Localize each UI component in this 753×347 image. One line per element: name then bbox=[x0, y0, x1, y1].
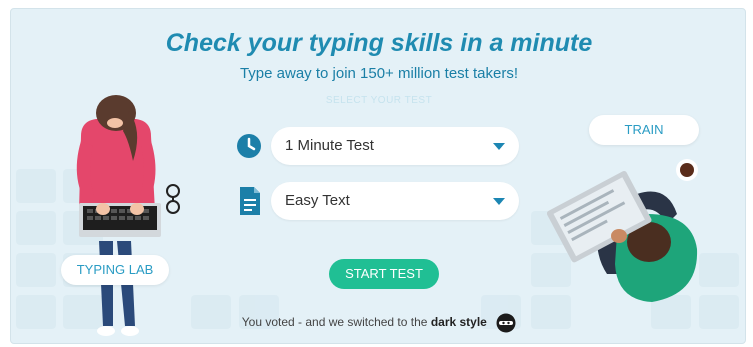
dark-style-link[interactable]: dark style bbox=[431, 315, 487, 329]
duration-select-value: 1 Minute Test bbox=[285, 137, 374, 154]
chevron-down-icon bbox=[493, 143, 505, 150]
start-test-button[interactable]: START TEST bbox=[329, 259, 439, 289]
chevron-down-icon bbox=[493, 198, 505, 205]
woman-typing-illustration bbox=[76, 95, 180, 336]
text-difficulty-select[interactable]: Easy Text bbox=[271, 182, 519, 220]
ninja-icon[interactable] bbox=[496, 313, 516, 333]
clock-icon bbox=[237, 134, 261, 158]
typing-lab-button[interactable]: TYPING LAB bbox=[61, 255, 169, 285]
document-icon bbox=[240, 187, 260, 215]
man-typing-illustration bbox=[547, 159, 698, 302]
dark-style-notice: You voted - and we switched to the dark … bbox=[11, 313, 745, 333]
page-headline: Check your typing skills in a minute bbox=[165, 29, 593, 57]
train-button[interactable]: TRAIN bbox=[589, 115, 699, 145]
select-test-caption: SELECT YOUR TEST bbox=[325, 95, 433, 106]
dark-style-notice-text: You voted - and we switched to the bbox=[241, 315, 428, 330]
text-difficulty-select-value: Easy Text bbox=[285, 192, 350, 209]
typing-test-card: Check your typing skills in a minute Typ… bbox=[10, 8, 746, 344]
duration-select[interactable]: 1 Minute Test bbox=[271, 127, 519, 165]
page-subheadline: Type away to join 150+ million test take… bbox=[239, 65, 519, 82]
